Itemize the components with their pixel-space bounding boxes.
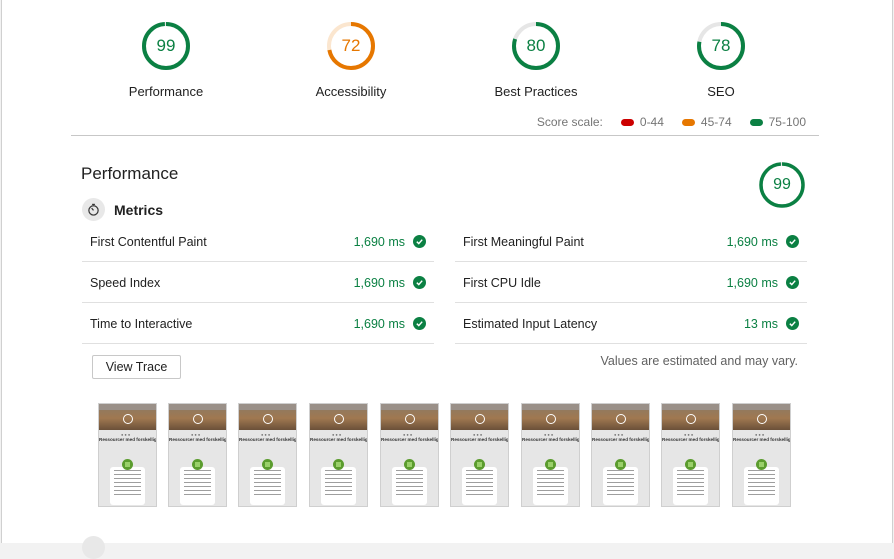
frame-heading: Ressourcer med forskellighed <box>662 437 719 442</box>
gauge-seo[interactable]: 78 SEO <box>631 20 811 99</box>
frame-heading: Ressourcer med forskellighed <box>99 437 156 442</box>
metrics-header: Metrics <box>82 198 163 221</box>
scale-range-text: 45-74 <box>700 115 732 129</box>
gauge-score: 99 <box>156 36 176 55</box>
section-title: Performance <box>81 164 179 183</box>
metric-row: Time to Interactive 1,690 ms <box>82 304 434 344</box>
metric-value: 1,690 ms <box>726 275 778 290</box>
check-icon <box>786 317 799 330</box>
gauge-ring: 72 <box>325 20 377 72</box>
gauge-performance[interactable]: 99 Performance <box>76 20 256 99</box>
view-trace-button[interactable]: View Trace <box>92 355 181 379</box>
gauge-label: Best Practices <box>494 84 578 99</box>
metric-row: Speed Index 1,690 ms <box>82 263 434 303</box>
metric-value: 1,690 ms <box>353 275 405 290</box>
metric-value: 1,690 ms <box>353 316 405 331</box>
filmstrip-frame: ●●●Ressourcer med forskellighed <box>309 403 368 507</box>
metric-value: 1,690 ms <box>353 234 405 249</box>
check-icon <box>786 235 799 248</box>
metric-row: First CPU Idle 1,690 ms <box>455 263 807 303</box>
filmstrip-frame: ●●●Ressourcer med forskellighed <box>98 403 157 507</box>
metric-name: Speed Index <box>90 275 161 290</box>
estimate-note: Values are estimated and may vary. <box>600 354 798 368</box>
score-scale-label: Score scale: <box>536 115 603 129</box>
filmstrip-frame: ●●●Ressourcer med forskellighed <box>168 403 227 507</box>
frame-heading: Ressourcer med forskellighed <box>381 437 438 442</box>
filmstrip-frame: ●●●Ressourcer med forskellighed <box>450 403 509 507</box>
metric-name: Time to Interactive <box>90 316 193 331</box>
frame-heading: Ressourcer med forskellighed <box>522 437 579 442</box>
pass-pill-icon <box>749 118 763 126</box>
fail-pill-icon <box>620 118 634 126</box>
frame-heading: Ressourcer med forskellighed <box>733 437 790 442</box>
opportunities-icon <box>82 536 105 559</box>
scale-range-text: 0-44 <box>639 115 664 129</box>
scale-range-pass: 75-100 <box>749 115 806 129</box>
gauge-score: 72 <box>341 36 361 55</box>
check-icon <box>786 276 799 289</box>
metric-name: First Meaningful Paint <box>463 234 584 249</box>
scale-range-fail: 0-44 <box>620 115 664 129</box>
filmstrip-frame: ●●●Ressourcer med forskellighed <box>591 403 650 507</box>
frame-heading: Ressourcer med forskellighed <box>592 437 649 442</box>
metric-value: 1,690 ms <box>726 234 778 249</box>
divider <box>71 135 819 136</box>
score-scale: Score scale: 0-44 45-74 75-100 <box>537 115 806 129</box>
check-icon <box>413 317 426 330</box>
frame-heading: Ressourcer med forskellighed <box>310 437 367 442</box>
filmstrip-frame: ●●●Ressourcer med forskellighed <box>380 403 439 507</box>
gauge-ring: 78 <box>695 20 747 72</box>
gauge-ring: 99 <box>140 20 192 72</box>
scale-range-text: 75-100 <box>768 115 806 129</box>
metrics-title: Metrics <box>114 201 164 218</box>
metric-value: 13 ms <box>743 316 778 331</box>
filmstrip-frame: ●●●Ressourcer med forskellighed <box>732 403 791 507</box>
stopwatch-icon <box>82 198 105 221</box>
metric-row: First Contentful Paint 1,690 ms <box>82 222 434 262</box>
gauge-best-practices[interactable]: 80 Best Practices <box>446 20 626 99</box>
gauge-label: SEO <box>707 84 735 99</box>
gauge-label: Performance <box>128 84 204 99</box>
frame-heading: Ressourcer med forskellighed <box>451 437 508 442</box>
filmstrip-frame: ●●●Ressourcer med forskellighed <box>661 403 720 507</box>
gauge-ring: 80 <box>510 20 562 72</box>
average-pill-icon <box>681 118 695 126</box>
check-icon <box>413 235 426 248</box>
gauge-score: 99 <box>773 176 791 193</box>
metric-name: First CPU Idle <box>463 275 541 290</box>
filmstrip-frame: ●●●Ressourcer med forskellighed <box>238 403 297 507</box>
metric-name: Estimated Input Latency <box>463 316 598 331</box>
filmstrip-frame: ●●●Ressourcer med forskellighed <box>521 403 580 507</box>
gauge-score: 80 <box>526 36 546 55</box>
metric-name: First Contentful Paint <box>90 234 207 249</box>
check-icon <box>413 276 426 289</box>
report-page: 99 Performance 72 Accessibility 80 Best … <box>1 0 893 559</box>
frame-heading: Ressourcer med forskellighed <box>239 437 296 442</box>
performance-gauge: 99 <box>757 160 807 210</box>
frame-heading: Ressourcer med forskellighed <box>169 437 226 442</box>
metric-row: First Meaningful Paint 1,690 ms <box>455 222 807 262</box>
gauge-score: 78 <box>711 36 731 55</box>
gauge-label: Accessibility <box>315 84 387 99</box>
gauge-accessibility[interactable]: 72 Accessibility <box>261 20 441 99</box>
metric-row: Estimated Input Latency 13 ms <box>455 304 807 344</box>
scale-range-average: 45-74 <box>681 115 732 129</box>
